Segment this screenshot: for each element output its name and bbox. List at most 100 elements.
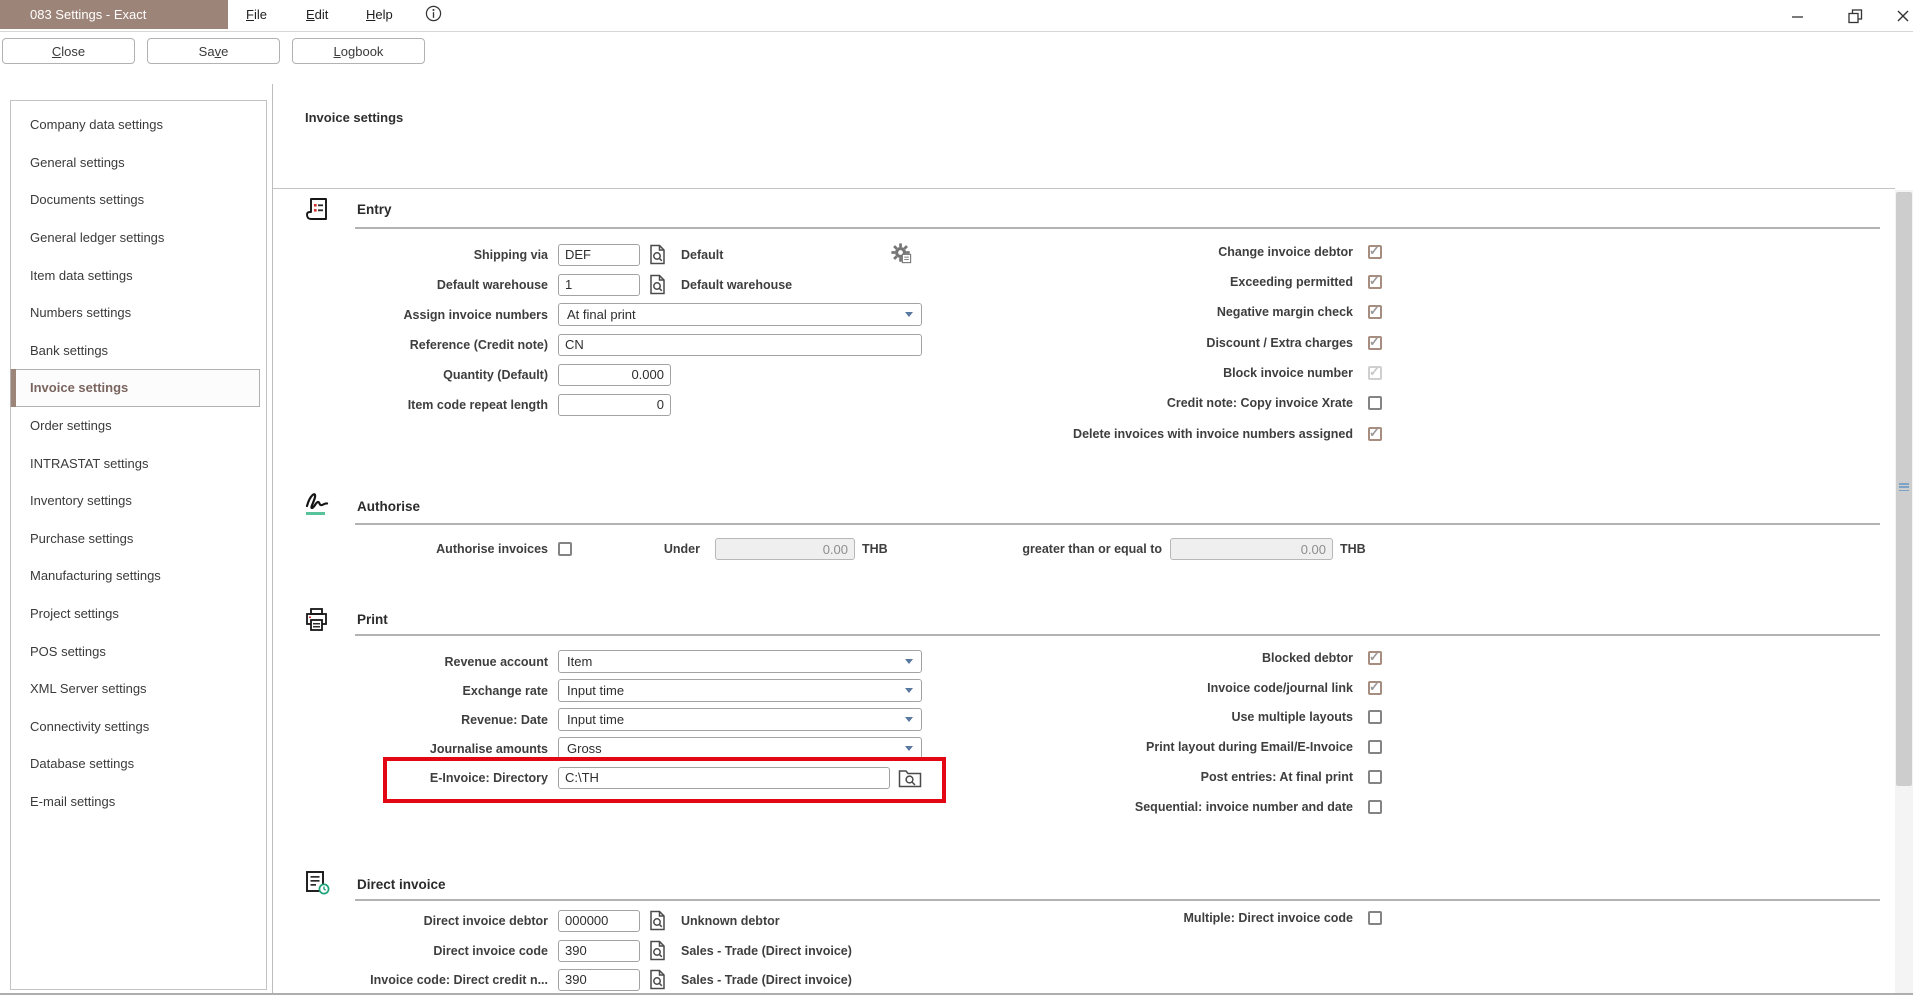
save-button[interactable]: Save xyxy=(147,38,280,64)
menu-help[interactable]: Help xyxy=(366,7,393,22)
revenue-date-value: Input time xyxy=(567,712,624,727)
invoice-code-journal-link-checkbox[interactable] xyxy=(1368,681,1382,695)
menu-edit[interactable]: Edit xyxy=(306,7,328,22)
checkbox-label: Print layout during Email/E-Invoice xyxy=(890,740,1353,754)
item-code-repeat-length-row: Item code repeat length xyxy=(300,393,671,416)
sidebar-item-order-settings[interactable]: Order settings xyxy=(11,407,266,445)
checkbox-label: Multiple: Direct invoice code xyxy=(890,911,1353,925)
shipping-via-input[interactable] xyxy=(558,244,640,266)
quantity-default-input[interactable] xyxy=(558,364,671,386)
browse-icon[interactable] xyxy=(648,274,667,295)
checkbox-row: Discount / Extra charges xyxy=(890,332,1382,354)
shipping-via-row: Shipping via Default xyxy=(300,243,723,266)
sidebar-item-company-data-settings[interactable]: Company data settings xyxy=(11,106,266,144)
under-label: Under xyxy=(620,538,700,561)
sidebar-item-inventory-settings[interactable]: Inventory settings xyxy=(11,482,266,520)
item-code-repeat-length-label: Item code repeat length xyxy=(300,398,548,412)
quantity-default-row: Quantity (Default) xyxy=(300,363,671,386)
einvoice-directory-input[interactable] xyxy=(558,767,890,789)
checkbox-label: Credit note: Copy invoice Xrate xyxy=(890,396,1353,410)
sidebar-item-database-settings[interactable]: Database settings xyxy=(11,745,266,783)
checkbox-label: Sequential: invoice number and date xyxy=(890,800,1353,814)
browse-icon[interactable] xyxy=(648,910,667,931)
blocked-debtor-checkbox[interactable] xyxy=(1368,651,1382,665)
header-divider xyxy=(273,188,1895,189)
default-warehouse-input[interactable] xyxy=(558,274,640,296)
checkbox-row: Sequential: invoice number and date xyxy=(890,796,1382,818)
delete-invoices-checkbox[interactable] xyxy=(1368,427,1382,441)
checkbox-row: Exceeding permitted xyxy=(890,271,1382,293)
journalise-amounts-label: Journalise amounts xyxy=(300,742,548,756)
shipping-via-label: Shipping via xyxy=(300,248,548,262)
checkbox-label: Block invoice number xyxy=(890,366,1353,380)
exceeding-permitted-checkbox[interactable] xyxy=(1368,275,1382,289)
entry-ledger-icon xyxy=(303,196,330,228)
discount-extra-charges-checkbox[interactable] xyxy=(1368,336,1382,350)
bottom-divider xyxy=(0,993,1913,995)
sidebar-item-documents-settings[interactable]: Documents settings xyxy=(11,181,266,219)
checkbox-label: Delete invoices with invoice numbers ass… xyxy=(890,427,1353,441)
checkbox-label: Post entries: At final print xyxy=(890,770,1353,784)
invoice-code-direct-credit-note-row: Invoice code: Direct credit n... Sales -… xyxy=(300,968,852,991)
greater-than-label: greater than or equal to xyxy=(950,538,1162,561)
logbook-button[interactable]: Logbook xyxy=(292,38,425,64)
greater-than-currency-label: THB xyxy=(1340,538,1366,561)
reference-credit-note-input[interactable] xyxy=(558,334,922,356)
sidebar-item-general-settings[interactable]: General settings xyxy=(11,144,266,182)
print-printer-icon xyxy=(303,606,330,638)
minimize-button[interactable] xyxy=(1782,7,1812,25)
sidebar-item-xml-server-settings[interactable]: XML Server settings xyxy=(11,670,266,708)
sidebar-item-pos-settings[interactable]: POS settings xyxy=(11,632,266,670)
sequential-invoice-number-date-checkbox[interactable] xyxy=(1368,800,1382,814)
revenue-date-row: Revenue: Date Input time xyxy=(300,708,922,731)
sidebar-item-connectivity-settings[interactable]: Connectivity settings xyxy=(11,708,266,746)
browse-icon[interactable] xyxy=(648,940,667,961)
post-entries-final-print-checkbox[interactable] xyxy=(1368,770,1382,784)
browse-icon[interactable] xyxy=(648,969,667,990)
change-invoice-debtor-checkbox[interactable] xyxy=(1368,245,1382,259)
direct-invoice-code-input[interactable] xyxy=(558,940,640,962)
invoice-code-direct-credit-note-label: Invoice code: Direct credit n... xyxy=(300,973,548,987)
sidebar-item-project-settings[interactable]: Project settings xyxy=(11,595,266,633)
sidebar-item-item-data-settings[interactable]: Item data settings xyxy=(11,256,266,294)
authorise-invoices-checkbox[interactable] xyxy=(558,542,572,556)
browse-icon[interactable] xyxy=(648,244,667,265)
checkbox-label: Change invoice debtor xyxy=(890,245,1353,259)
shipping-via-description: Default xyxy=(681,248,723,262)
checkbox-row: Credit note: Copy invoice Xrate xyxy=(890,392,1382,414)
negative-margin-check-checkbox[interactable] xyxy=(1368,305,1382,319)
credit-note-copy-invoice-xrate-checkbox[interactable] xyxy=(1368,396,1382,410)
sidebar-item-email-settings[interactable]: E-mail settings xyxy=(11,783,266,821)
journalise-amounts-value: Gross xyxy=(567,741,602,756)
sidebar-item-invoice-settings[interactable]: Invoice settings xyxy=(10,369,260,407)
sidebar-item-numbers-settings[interactable]: Numbers settings xyxy=(11,294,266,332)
journalise-amounts-select[interactable]: Gross xyxy=(558,737,922,760)
authorise-signature-icon xyxy=(303,489,333,522)
sidebar-item-intrastat-settings[interactable]: INTRASTAT settings xyxy=(11,444,266,482)
revenue-date-select[interactable]: Input time xyxy=(558,708,922,731)
assign-invoice-numbers-select[interactable]: At final print xyxy=(558,303,922,326)
close-button[interactable]: Close xyxy=(2,38,135,64)
reference-credit-note-row: Reference (Credit note) xyxy=(300,333,922,356)
multiple-direct-invoice-code-checkbox[interactable] xyxy=(1368,911,1382,925)
revenue-account-select[interactable]: Item xyxy=(558,650,922,673)
checkbox-row: Multiple: Direct invoice code xyxy=(890,907,1382,929)
sidebar-item-manufacturing-settings[interactable]: Manufacturing settings xyxy=(11,557,266,595)
exchange-rate-select[interactable]: Input time xyxy=(558,679,922,702)
menu-file[interactable]: File xyxy=(246,7,267,22)
sidebar-item-bank-settings[interactable]: Bank settings xyxy=(11,332,266,370)
assign-invoice-numbers-value: At final print xyxy=(567,307,636,322)
quantity-default-label: Quantity (Default) xyxy=(300,368,548,382)
invoice-code-direct-credit-note-input[interactable] xyxy=(558,969,640,991)
info-icon[interactable] xyxy=(425,5,442,27)
print-layout-email-einvoice-checkbox[interactable] xyxy=(1368,740,1382,754)
use-multiple-layouts-checkbox[interactable] xyxy=(1368,710,1382,724)
item-code-repeat-length-input[interactable] xyxy=(558,394,671,416)
entry-section-divider xyxy=(355,227,1880,229)
direct-invoice-debtor-input[interactable] xyxy=(558,910,640,932)
sidebar-item-general-ledger-settings[interactable]: General ledger settings xyxy=(11,219,266,257)
authorise-section-divider xyxy=(355,523,1880,525)
close-window-button[interactable] xyxy=(1888,7,1913,25)
default-warehouse-description: Default warehouse xyxy=(681,278,792,292)
restore-button[interactable] xyxy=(1840,7,1870,25)
